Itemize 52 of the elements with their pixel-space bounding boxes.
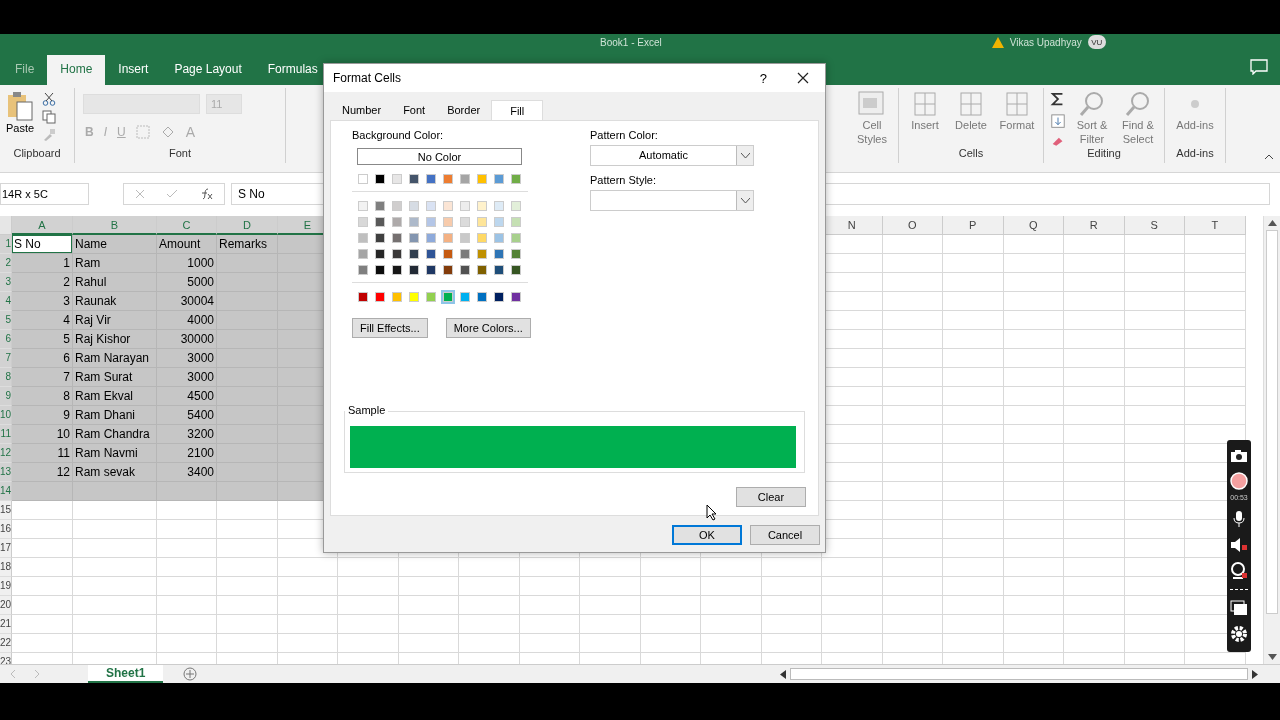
- table-cell: 4: [12, 311, 73, 330]
- table-cell: 3400: [157, 463, 217, 482]
- table-cell: 6: [12, 349, 73, 368]
- window-title: Book1 - Excel: [600, 36, 662, 48]
- sample-label: Sample: [345, 404, 389, 416]
- group-label: Font: [169, 147, 191, 159]
- table-cell: 2100: [157, 444, 217, 463]
- table-cell: Ram Narayan: [73, 349, 157, 368]
- table-cell: 12: [12, 463, 73, 482]
- table-cell: Name: [73, 235, 157, 254]
- table-cell: 3000: [157, 349, 217, 368]
- table-cell: Ram Dhani: [73, 406, 157, 425]
- table-cell: 7: [12, 368, 73, 387]
- group-label: Add-ins: [1176, 147, 1214, 159]
- table-cell: Ram Surat: [73, 368, 157, 387]
- user-name: Vikas Upadhyay: [1009, 36, 1082, 48]
- table-cell: 3000: [157, 368, 217, 387]
- group-label: Cells: [958, 147, 984, 159]
- table-cell: Ram: [73, 254, 157, 273]
- field-label: Pattern Color:: [590, 129, 659, 143]
- table-cell: 1: [12, 254, 73, 273]
- table-cell: 1000: [157, 254, 217, 273]
- table-cell: Raunak: [73, 292, 157, 311]
- table-cell: 5400: [157, 406, 217, 425]
- table-cell: 5: [12, 330, 73, 349]
- table-cell: Ram sevak: [73, 463, 157, 482]
- table-cell: 2: [12, 273, 73, 292]
- table-cell: 8: [12, 387, 73, 406]
- table-cell: 5000: [157, 273, 217, 292]
- table-cell: Ram Ekval: [73, 387, 157, 406]
- table-cell: Rahul: [73, 273, 157, 292]
- table-cell: Ram Chandra: [73, 425, 157, 444]
- table-cell: 4500: [157, 387, 217, 406]
- field-label: Pattern Style:: [590, 174, 658, 188]
- table-cell: Raj Vir: [73, 311, 157, 330]
- table-cell: 3: [12, 292, 73, 311]
- table-cell: 3200: [157, 425, 217, 444]
- group-label: Editing: [1087, 147, 1121, 159]
- table-cell: Raj Kishor: [73, 330, 157, 349]
- group-label: Clipboard: [13, 147, 61, 159]
- table-cell: Ram Navmi: [73, 444, 157, 463]
- table-cell: 9: [12, 406, 73, 425]
- table-cell: 30004: [157, 292, 217, 311]
- table-cell: 11: [12, 444, 73, 463]
- table-cell: 10: [12, 425, 73, 444]
- table-cell: Remarks: [217, 235, 278, 254]
- table-cell: Amount: [157, 235, 217, 254]
- field-label: Background Color:: [352, 129, 445, 143]
- table-cell: 4000: [157, 311, 217, 330]
- table-cell: 30000: [157, 330, 217, 349]
- table-cell: S No: [12, 235, 73, 254]
- dialog-title: Format Cells: [333, 71, 401, 85]
